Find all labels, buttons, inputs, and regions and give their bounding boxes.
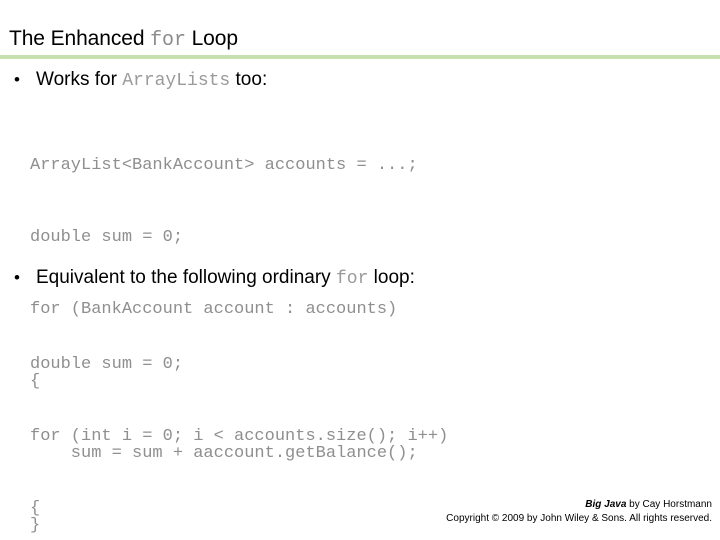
bullet-item-2: • Equivalent to the following ordinary fo… [14,266,415,291]
code-line: ArrayList<BankAccount> accounts = ...; [30,156,418,175]
bullet-2-text-after: loop: [368,267,415,288]
footer-attribution: Big Java by Cay Horstmann [272,498,712,512]
bullet-2-text: Equivalent to the following ordinary for… [36,266,415,291]
bullet-1-code-term: ArrayLists [122,71,231,91]
bullet-1-text: Works for ArrayLists too: [36,68,267,93]
slide-canvas: The Enhanced for Loop • Works for ArrayLi… [0,0,720,540]
slide-footer: Big Java by Cay Horstmann Copyright © 20… [272,498,712,526]
code-line: double sum = 0; [30,355,184,374]
page-title: The Enhanced for Loop [9,26,238,54]
bullet-1-text-before: Works for [36,69,123,90]
bullet-2-code-term: for [335,269,369,289]
page-title-keyword: for [150,29,186,52]
footer-copyright: Copyright © 2009 by John Wiley & Sons. A… [446,513,712,524]
bullet-marker-icon: • [14,70,20,89]
bullet-1-text-after: too: [230,69,268,90]
page-title-part-1: The Enhanced [9,27,151,50]
page-title-part-2: Loop [185,27,238,50]
title-divider-rule [0,55,720,59]
bullet-item-1: • Works for ArrayLists too: [14,68,267,93]
footer-byline: by Cay Horstmann [626,499,712,510]
bullet-marker-icon: • [14,268,20,287]
code-line: for (int i = 0; i < accounts.size(); i++… [30,427,449,446]
bullet-2-text-before: Equivalent to the following ordinary [36,267,336,288]
code-line: double sum = 0; [30,228,184,247]
footer-book-title: Big Java [585,499,627,510]
